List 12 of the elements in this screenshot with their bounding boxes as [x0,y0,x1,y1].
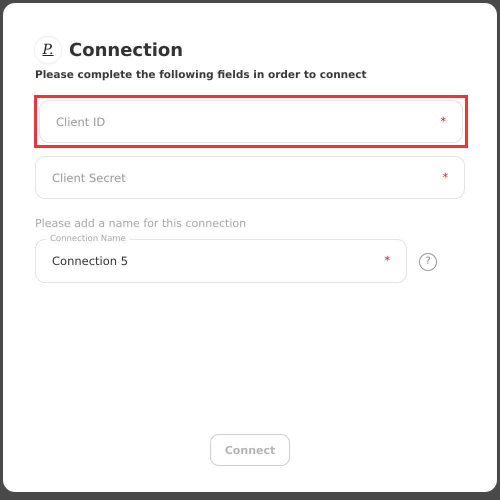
input-field[interactable]: Client Secret * [35,156,465,199]
input-field[interactable]: Client ID * [39,100,463,143]
required-mark: * [442,171,448,184]
dialog-title: Connection [69,40,184,60]
field-label: Connection Name [49,235,127,244]
help-icon[interactable]: ? [419,252,437,270]
input-field[interactable]: Connection Name Connection 5 * [35,235,407,283]
required-mark: * [384,254,390,268]
hint-text: Please add a name for this connection [35,217,248,230]
instructions-text: Please complete the following fields in order to connect [35,69,368,81]
logo: P. [35,37,61,63]
required-mark: * [440,115,446,128]
